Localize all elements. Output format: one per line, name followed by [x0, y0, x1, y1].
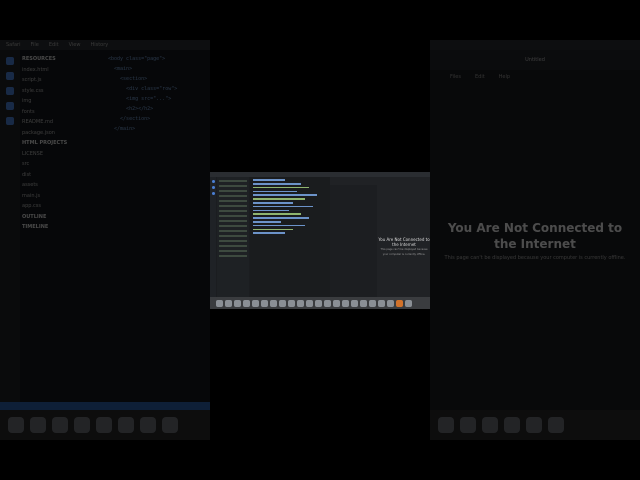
- offline-detail: This page can't be displayed because you…: [380, 248, 428, 256]
- section-header[interactable]: TIMELINE: [22, 222, 102, 233]
- dock-app-icon[interactable]: [252, 299, 259, 307]
- dock-app-icon[interactable]: [548, 417, 564, 433]
- dock-app-icon[interactable]: [526, 417, 542, 433]
- file-item[interactable]: fonts: [22, 107, 102, 118]
- git-icon[interactable]: [211, 192, 215, 195]
- explorer-icon[interactable]: [6, 57, 14, 65]
- file-explorer: RESOURCES index.html script.js style.css…: [22, 54, 102, 233]
- dock-app-icon[interactable]: [30, 417, 46, 433]
- menu-item[interactable]: Safari: [6, 42, 21, 48]
- file-item[interactable]: README.md: [22, 117, 102, 128]
- file-item[interactable]: script.js: [22, 75, 102, 86]
- menu-bar: Safari File Edit View History: [0, 40, 210, 50]
- status-bar: [0, 402, 210, 410]
- dock-app-icon[interactable]: [396, 299, 403, 307]
- file-item[interactable]: package.json: [22, 128, 102, 139]
- favorite-item[interactable]: Edit: [475, 74, 485, 80]
- file-item[interactable]: src: [22, 159, 102, 170]
- code-editor[interactable]: <body class="page"> <main> <section> <di…: [108, 54, 210, 134]
- menu-item[interactable]: File: [31, 42, 39, 48]
- dock-app-icon[interactable]: [96, 417, 112, 433]
- offline-detail: This page can't be displayed because you…: [444, 255, 626, 261]
- dock-app-icon[interactable]: [460, 417, 476, 433]
- file-item[interactable]: dist: [22, 170, 102, 181]
- dock-app-icon[interactable]: [140, 417, 156, 433]
- dock: [210, 297, 430, 309]
- dock-app-icon[interactable]: [216, 299, 223, 307]
- dock-app-icon[interactable]: [369, 299, 376, 307]
- dock-app-icon[interactable]: [234, 299, 241, 307]
- search-icon[interactable]: [211, 186, 215, 189]
- favorites-bar: Files Edit Help: [430, 70, 640, 84]
- file-item[interactable]: main.js: [22, 191, 102, 202]
- dock-app-icon[interactable]: [270, 299, 277, 307]
- dock: [0, 410, 210, 440]
- section-header[interactable]: HTML PROJECTS: [22, 138, 102, 149]
- code-editor[interactable]: [250, 177, 330, 297]
- debug-icon[interactable]: [6, 102, 14, 110]
- title-bar: [430, 40, 640, 50]
- dock-app-icon[interactable]: [74, 417, 90, 433]
- search-icon[interactable]: [6, 72, 14, 80]
- file-item[interactable]: LICENSE: [22, 149, 102, 160]
- file-explorer: [217, 177, 249, 297]
- dock-app-icon[interactable]: [279, 299, 286, 307]
- dock-app-icon[interactable]: [342, 299, 349, 307]
- menu-item[interactable]: History: [90, 42, 108, 48]
- git-icon[interactable]: [6, 87, 14, 95]
- offline-heading: You Are Not Connected to the Internet: [430, 220, 640, 252]
- file-item[interactable]: app.css: [22, 201, 102, 212]
- dock-app-icon[interactable]: [297, 299, 304, 307]
- file-item[interactable]: index.html: [22, 65, 102, 76]
- dock-app-icon[interactable]: [306, 299, 313, 307]
- devtools-panel: [330, 185, 377, 297]
- dock-app-icon[interactable]: [162, 417, 178, 433]
- dock-app-icon[interactable]: [405, 299, 412, 307]
- dock-app-icon[interactable]: [261, 299, 268, 307]
- dock: [430, 410, 640, 440]
- menu-item[interactable]: View: [69, 42, 81, 48]
- file-item[interactable]: style.css: [22, 86, 102, 97]
- favorite-item[interactable]: Help: [499, 74, 510, 80]
- tab-title: Untitled: [525, 57, 545, 63]
- favorite-item[interactable]: Files: [450, 74, 461, 80]
- offline-message: You Are Not Connected to the Internet Th…: [378, 237, 430, 257]
- activity-bar: [210, 177, 216, 309]
- file-item[interactable]: assets: [22, 180, 102, 191]
- offline-heading-line: the Internet: [494, 237, 576, 251]
- address-bar[interactable]: Untitled: [430, 50, 640, 70]
- explorer-icon[interactable]: [211, 180, 215, 183]
- dock-app-icon[interactable]: [324, 299, 331, 307]
- dock-app-icon[interactable]: [333, 299, 340, 307]
- background-browser-window: Untitled Files Edit Help You Are Not Con…: [430, 40, 640, 440]
- dock-app-icon[interactable]: [387, 299, 394, 307]
- dock-app-icon[interactable]: [225, 299, 232, 307]
- menu-item[interactable]: Edit: [49, 42, 59, 48]
- dock-app-icon[interactable]: [378, 299, 385, 307]
- dock-app-icon[interactable]: [243, 299, 250, 307]
- extensions-icon[interactable]: [6, 117, 14, 125]
- dock-app-icon[interactable]: [360, 299, 367, 307]
- background-editor-window: Safari File Edit View History RESOURCES …: [0, 40, 210, 440]
- activity-bar: [0, 50, 20, 440]
- dock-app-icon[interactable]: [8, 417, 24, 433]
- browser-panel: You Are Not Connected to the Internet Th…: [330, 177, 430, 297]
- dock-app-icon[interactable]: [438, 417, 454, 433]
- screen-preview: You Are Not Connected to the Internet Th…: [210, 172, 430, 309]
- dock-app-icon[interactable]: [315, 299, 322, 307]
- dock-app-icon[interactable]: [351, 299, 358, 307]
- dock-app-icon[interactable]: [482, 417, 498, 433]
- dock-app-icon[interactable]: [52, 417, 68, 433]
- file-item[interactable]: img: [22, 96, 102, 107]
- dock-app-icon[interactable]: [288, 299, 295, 307]
- section-header[interactable]: RESOURCES: [22, 54, 102, 65]
- section-header[interactable]: OUTLINE: [22, 212, 102, 223]
- dock-app-icon[interactable]: [118, 417, 134, 433]
- dock-app-icon[interactable]: [504, 417, 520, 433]
- offline-heading-line: You Are Not Connected to: [447, 221, 623, 235]
